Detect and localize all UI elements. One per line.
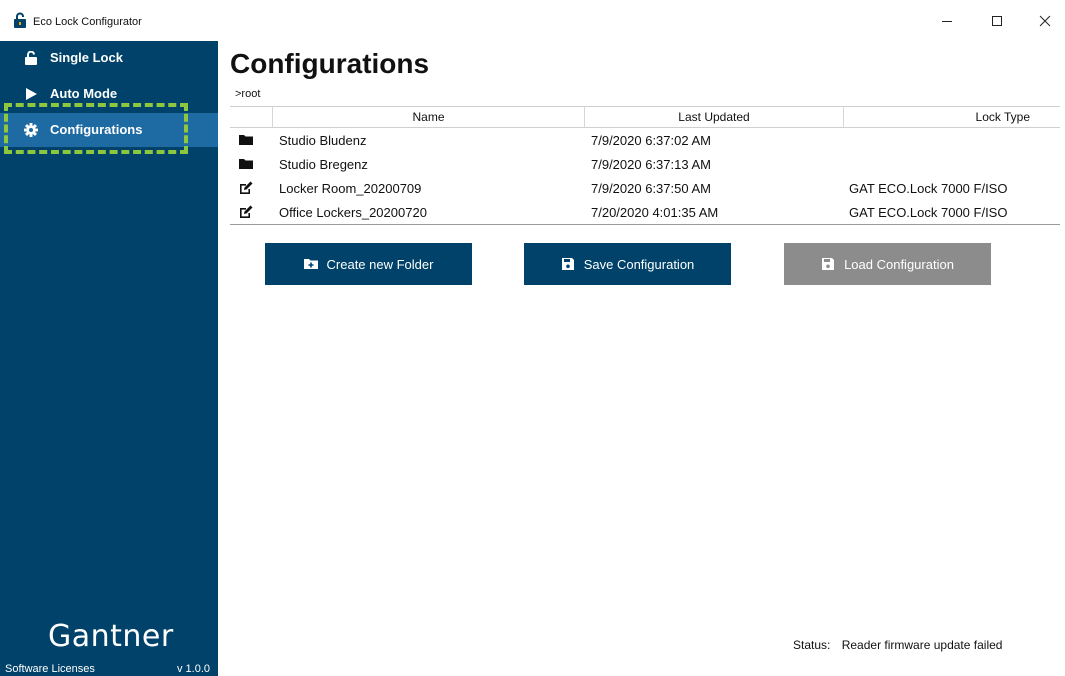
software-licenses-link[interactable]: Software Licenses xyxy=(5,663,95,675)
sidebar-item-single-lock[interactable]: Single Lock xyxy=(0,41,218,75)
row-last-updated: 7/9/2020 6:37:13 AM xyxy=(591,157,711,172)
save-icon xyxy=(822,258,835,270)
row-last-updated: 7/9/2020 6:37:02 AM xyxy=(591,133,711,148)
table-row[interactable]: Office Lockers_20200720 7/20/2020 4:01:3… xyxy=(230,200,1060,224)
unlock-icon xyxy=(25,51,37,65)
folder-icon xyxy=(239,159,253,169)
minimize-icon xyxy=(942,20,952,22)
column-header-lock-type[interactable]: Lock Type xyxy=(844,107,1060,128)
play-icon xyxy=(26,88,37,100)
breadcrumb[interactable]: >root xyxy=(235,88,260,100)
table-row[interactable]: Studio Bregenz 7/9/2020 6:37:13 AM xyxy=(230,152,1060,176)
edit-icon xyxy=(240,181,253,194)
row-lock-type: GAT ECO.Lock 7000 F/ISO xyxy=(849,205,1008,220)
folder-plus-icon xyxy=(303,259,318,269)
row-last-updated: 7/20/2020 4:01:35 AM xyxy=(591,205,719,220)
selection-highlight xyxy=(4,103,188,154)
row-name: Locker Room_20200709 xyxy=(279,181,422,196)
lock-app-icon xyxy=(14,12,26,28)
row-name: Office Lockers_20200720 xyxy=(279,205,427,220)
window-title: Eco Lock Configurator xyxy=(33,16,142,28)
save-icon xyxy=(561,258,574,270)
configurations-table: Name Last Updated Lock Type Studio Blude… xyxy=(230,106,1060,225)
table-row[interactable]: Locker Room_20200709 7/9/2020 6:37:50 AM… xyxy=(230,176,1060,200)
save-configuration-button[interactable]: Save Configuration xyxy=(524,243,731,285)
sidebar-item-label: Single Lock xyxy=(50,50,123,65)
row-lock-type: GAT ECO.Lock 7000 F/ISO xyxy=(849,181,1008,196)
status-label: Status: xyxy=(793,638,831,652)
minimize-button[interactable] xyxy=(924,0,970,41)
table-bottom-border xyxy=(230,224,1060,225)
edit-icon xyxy=(240,205,253,218)
close-icon xyxy=(1039,15,1051,26)
maximize-button[interactable] xyxy=(974,0,1020,41)
status-bar: Status: Reader firmware update failed xyxy=(793,638,1002,652)
table-header: Name Last Updated Lock Type xyxy=(230,106,1060,128)
save-configuration-label: Save Configuration xyxy=(583,256,695,272)
close-button[interactable] xyxy=(1022,0,1065,41)
row-name: Studio Bregenz xyxy=(279,157,368,172)
sidebar-item-label: Auto Mode xyxy=(50,86,118,101)
row-last-updated: 7/9/2020 6:37:50 AM xyxy=(591,181,711,196)
status-text: Reader firmware update failed xyxy=(841,638,1003,652)
column-header-last-updated[interactable]: Last Updated xyxy=(585,107,844,128)
load-configuration-button[interactable]: Load Configuration xyxy=(784,243,991,285)
load-configuration-label: Load Configuration xyxy=(844,256,954,272)
column-header-icon xyxy=(230,107,273,128)
column-header-name[interactable]: Name xyxy=(273,107,585,128)
table-row[interactable]: Studio Bludenz 7/9/2020 6:37:02 AM xyxy=(230,128,1060,152)
folder-icon xyxy=(239,135,253,145)
title-bar: Eco Lock Configurator xyxy=(0,0,1065,41)
maximize-icon xyxy=(992,15,1002,26)
brand-logo: Gantner xyxy=(48,619,174,654)
create-folder-label: Create new Folder xyxy=(326,256,434,272)
sidebar: Single Lock Auto Mode Configurations Gan… xyxy=(0,41,218,676)
create-folder-button[interactable]: Create new Folder xyxy=(265,243,472,285)
row-name: Studio Bludenz xyxy=(279,133,367,148)
version-label: v 1.0.0 xyxy=(177,663,211,675)
page-title: Configurations xyxy=(230,48,430,79)
